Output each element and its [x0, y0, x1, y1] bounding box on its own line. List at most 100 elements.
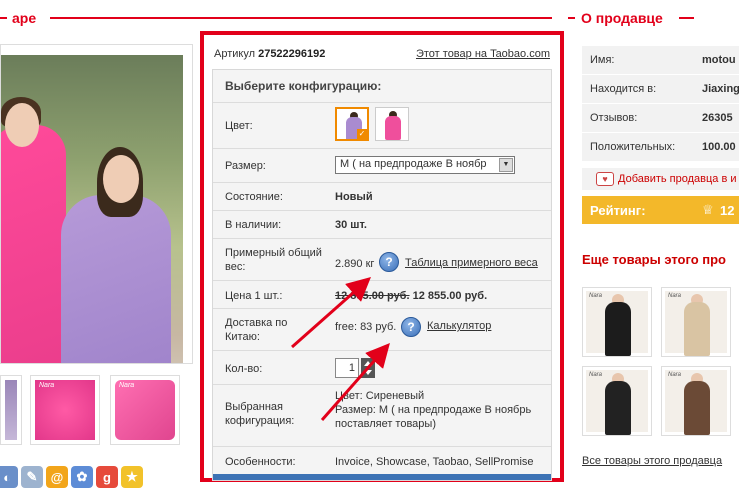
selected-color: Цвет: Сиреневый — [335, 390, 425, 402]
heading-dash — [568, 17, 575, 19]
stock-value: 30 шт. — [335, 219, 367, 231]
selected-config-label: Выбранная кофигурация: — [225, 401, 295, 427]
color-row: Цвет: ✓ — [213, 102, 551, 148]
product-section-heading: аре — [0, 10, 552, 26]
share-icon-2[interactable]: ✎ — [21, 466, 43, 488]
thumbnail-image — [115, 380, 175, 440]
price-row: Цена 1 шт.: 12 855.00 руб. 12 855.00 руб… — [213, 280, 551, 308]
heart-icon: ♥ — [596, 172, 614, 186]
seller-rating-bar: Рейтинг: ♕ 12 — [582, 196, 739, 224]
seller-reviews-row: Отзывов: 26305 — [582, 104, 739, 133]
seller-name-row: Имя: motou — [582, 46, 739, 75]
old-price: 12 855.00 руб. — [335, 290, 410, 302]
add-seller-label: Добавить продавца в и — [618, 173, 737, 185]
product-thumbnail[interactable]: Nara — [30, 375, 100, 445]
delivery-label: Доставка по Китаю: — [225, 317, 288, 343]
model-face — [103, 155, 139, 203]
thumbnail-brand: Nara — [668, 293, 682, 299]
thumbnail-brand: Nara — [39, 382, 55, 389]
calculator-link[interactable]: Калькулятор — [427, 320, 491, 332]
thumbnail-brand: Nara — [589, 372, 603, 378]
heading-line — [679, 17, 694, 19]
quantity-row: Кол-во: 1 — [213, 350, 551, 384]
quantity-label: Кол-во: — [225, 363, 263, 375]
product-figure — [605, 302, 631, 356]
product-thumbnail[interactable]: Nara — [110, 375, 180, 445]
share-icon-6[interactable]: ★ — [121, 466, 143, 488]
help-icon[interactable]: ? — [379, 252, 399, 272]
rating-value: 12 — [720, 203, 735, 218]
seller-positive-value: 100.00 — [702, 141, 736, 153]
thumbnail-brand: Nara — [589, 293, 603, 299]
features-value: Invoice, Showcase, Taobao, SellPromise — [335, 456, 534, 468]
product-details-panel: Артикул 27522296192 Этот товар на Taobao… — [200, 31, 564, 482]
all-seller-products-link[interactable]: Все товары этого продавца — [582, 455, 722, 467]
product-figure — [684, 302, 710, 356]
more-product-thumbnail[interactable]: Nara — [582, 287, 652, 357]
condition-label: Состояние: — [225, 191, 283, 203]
product-section-title: аре — [12, 10, 37, 26]
selected-size: Размер: M ( на предпродаже В ноябрь пост… — [335, 404, 532, 430]
share-icon-1[interactable]: ◐ — [0, 466, 18, 488]
arrow-up-icon — [364, 361, 372, 366]
check-icon: ✓ — [357, 129, 367, 139]
configuration-title: Выберите конфигурацию: — [225, 79, 382, 93]
taobao-link[interactable]: Этот товар на Taobao.com — [416, 48, 550, 60]
more-product-thumbnail[interactable]: Nara — [661, 287, 731, 357]
share-icon-4[interactable]: ✿ — [71, 466, 93, 488]
help-icon[interactable]: ? — [401, 317, 421, 337]
article-label: Артикул — [214, 48, 256, 60]
article-number: Артикул 27522296192 — [214, 48, 325, 60]
seller-section-heading: О продавце — [568, 10, 739, 26]
action-bar[interactable] — [213, 474, 551, 480]
seller-location-label: Находится в: — [590, 83, 657, 95]
selected-config-row: Выбранная кофигурация: Цвет: Сиреневый Р… — [213, 384, 551, 446]
features-row: Особенности: Invoice, Showcase, Taobao, … — [213, 446, 551, 474]
lilac-coat — [61, 195, 171, 363]
size-row: Размер: M ( на предпродаже В ноябр ▼ — [213, 148, 551, 182]
add-seller-button[interactable]: ♥ Добавить продавца в и — [582, 168, 739, 190]
color-swatch-lilac[interactable]: ✓ — [335, 107, 369, 141]
seller-positive-row: Положительных: 100.00 — [582, 133, 739, 162]
model-face — [5, 103, 39, 147]
thumbnail-brand: Nara — [668, 372, 682, 378]
product-figure — [605, 381, 631, 435]
configuration-box: Выберите конфигурацию: Цвет: ✓ Размер: M… — [212, 69, 552, 481]
arrow-down-icon — [364, 370, 372, 375]
product-thumbnail[interactable] — [0, 375, 22, 445]
seller-name-label: Имя: — [590, 54, 615, 66]
weight-row: Примерный общий вес: 2.890 кг ? Таблица … — [213, 238, 551, 280]
price-label: Цена 1 шт.: — [225, 290, 283, 302]
price-value: 12 855.00 руб. 12 855.00 руб. — [335, 289, 487, 303]
seller-reviews-label: Отзывов: — [590, 112, 638, 124]
share-icon-3[interactable]: @ — [46, 466, 68, 488]
more-product-thumbnail[interactable]: Nara — [582, 366, 652, 436]
weight-table-link[interactable]: Таблица примерного веса — [405, 257, 538, 269]
seller-positive-label: Положительных: — [590, 141, 676, 153]
condition-value: Новый — [335, 191, 373, 203]
delivery-value: free: 83 руб. — [335, 321, 397, 333]
article-value: 27522296192 — [258, 48, 326, 60]
seller-location-value: Jiaxing — [702, 83, 739, 95]
features-label: Особенности: — [225, 456, 296, 468]
delivery-row: Доставка по Китаю: free: 83 руб. ? Кальк… — [213, 308, 551, 350]
product-figure — [684, 381, 710, 435]
rating-label: Рейтинг: — [590, 203, 646, 218]
more-product-thumbnail[interactable]: Nara — [661, 366, 731, 436]
seller-name-value[interactable]: motou — [702, 54, 736, 66]
size-select[interactable]: M ( на предпродаже В ноябр ▼ — [335, 156, 515, 174]
quantity-stepper[interactable] — [361, 358, 375, 378]
main-product-photo[interactable] — [0, 44, 193, 364]
current-price: 12 855.00 руб. — [412, 290, 488, 302]
color-swatch-pink[interactable] — [375, 107, 409, 141]
swatch-coat — [385, 116, 401, 140]
quantity-input[interactable]: 1 — [335, 358, 359, 378]
chevron-down-icon: ▼ — [499, 158, 513, 172]
crown-icon: ♕ — [702, 202, 714, 217]
size-select-value: M ( на предпродаже В ноябр — [340, 158, 487, 170]
stock-label: В наличии: — [225, 219, 282, 231]
condition-row: Состояние: Новый — [213, 182, 551, 210]
weight-value: 2.890 кг — [335, 258, 375, 270]
share-icon-5[interactable]: g — [96, 466, 118, 488]
seller-section-title: О продавце — [581, 10, 663, 26]
